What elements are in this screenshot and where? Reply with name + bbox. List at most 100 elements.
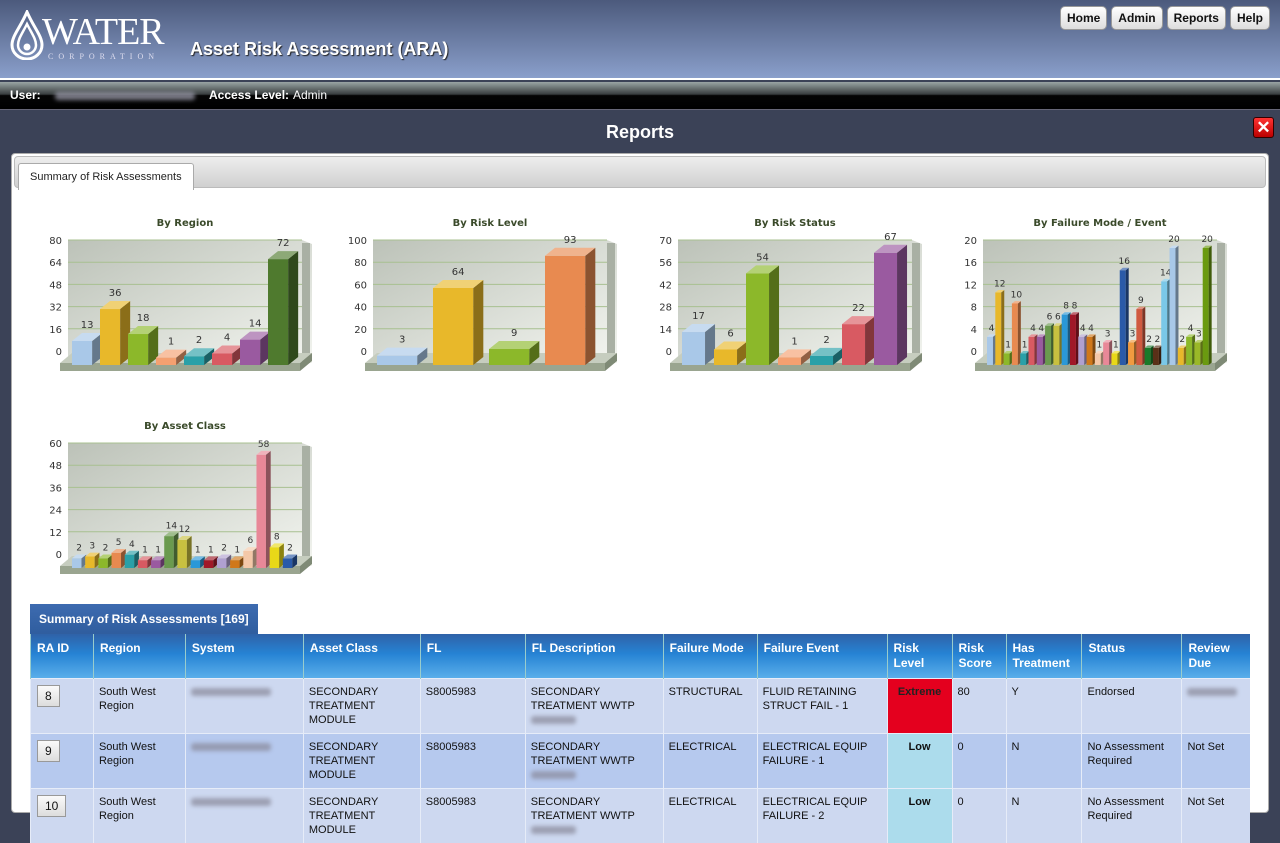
data-label: 6	[1047, 313, 1053, 323]
column-header-region[interactable]: Region	[93, 634, 185, 679]
bar[interactable]	[1037, 334, 1046, 365]
bar[interactable]	[1004, 351, 1013, 365]
bar[interactable]	[1095, 351, 1104, 365]
bar[interactable]	[112, 549, 126, 568]
bar[interactable]	[1203, 246, 1212, 365]
bar[interactable]	[1170, 246, 1179, 365]
bar[interactable]	[1078, 334, 1087, 365]
fl-cell-text: S8005983	[426, 686, 476, 698]
bar[interactable]	[682, 324, 715, 365]
bar[interactable]	[240, 332, 270, 365]
bar[interactable]	[85, 553, 99, 568]
data-label: 9	[511, 328, 517, 339]
bar[interactable]	[489, 341, 539, 365]
risk-level-cell-text: Extreme	[898, 686, 941, 698]
top-nav: Home Admin Reports Help	[1060, 6, 1270, 30]
bar[interactable]	[270, 543, 284, 568]
fl-description-cell-text: SECONDARY TREATMENT WWTP	[531, 741, 635, 767]
bar[interactable]	[1045, 323, 1054, 365]
tab-summary-of-risk-assessments[interactable]: Summary of Risk Assessments	[18, 163, 194, 190]
data-label: 17	[692, 311, 705, 322]
y-tick-label: 8	[971, 303, 977, 314]
column-header-failure-event[interactable]: Failure Event	[757, 634, 887, 679]
y-tick-label: 0	[56, 347, 62, 358]
reports-button[interactable]: Reports	[1167, 6, 1226, 30]
review-due-cell	[1182, 679, 1250, 734]
column-header-fl-description[interactable]: FL Description	[525, 634, 663, 679]
bar[interactable]	[1028, 334, 1037, 365]
status-cell: No Assessment Required	[1082, 734, 1182, 789]
bar[interactable]	[1161, 279, 1170, 365]
bar[interactable]	[433, 280, 483, 365]
column-header-has-treatment[interactable]: Has Treatment	[1006, 634, 1082, 679]
bar[interactable]	[1062, 312, 1071, 365]
bar[interactable]	[1012, 301, 1021, 365]
bar[interactable]	[125, 551, 139, 568]
bar[interactable]	[164, 532, 178, 568]
data-label: 1	[142, 545, 148, 555]
bar[interactable]	[545, 248, 595, 365]
bar[interactable]	[1111, 351, 1120, 365]
home-button[interactable]: Home	[1060, 6, 1107, 30]
bar[interactable]	[177, 536, 191, 568]
bar[interactable]	[995, 290, 1004, 365]
failure-event-cell-text: ELECTRICAL EQUIP FAILURE - 1	[763, 741, 868, 767]
y-tick-label: 60	[354, 280, 367, 291]
bar[interactable]	[1070, 312, 1079, 365]
bar[interactable]	[746, 265, 779, 365]
bar[interactable]	[874, 245, 907, 365]
data-label: 93	[564, 235, 577, 246]
bar[interactable]	[1128, 340, 1137, 365]
bar[interactable]	[1087, 334, 1096, 365]
column-header-system[interactable]: System	[185, 634, 303, 679]
column-header-risk-score[interactable]: Risk Score	[952, 634, 1006, 679]
bar[interactable]	[1194, 340, 1203, 365]
bar[interactable]	[100, 301, 130, 365]
bar[interactable]	[1153, 346, 1162, 365]
bar[interactable]	[1020, 351, 1029, 365]
access-level-label: Access Level:	[209, 88, 289, 102]
data-label: 3	[399, 335, 405, 346]
column-header-ra-id[interactable]: RA ID	[31, 634, 94, 679]
failure-event-cell: ELECTRICAL EQUIP FAILURE - 2	[757, 789, 887, 843]
bar[interactable]	[256, 451, 270, 568]
column-header-asset-class[interactable]: Asset Class	[303, 634, 420, 679]
bar[interactable]	[987, 334, 996, 365]
ra-id-button[interactable]: 8	[37, 685, 60, 707]
column-header-failure-mode[interactable]: Failure Mode	[663, 634, 757, 679]
ra-id-button[interactable]: 9	[37, 740, 60, 762]
data-label: 6	[727, 328, 733, 339]
column-header-review-due[interactable]: Review Due	[1182, 634, 1250, 679]
help-button[interactable]: Help	[1230, 6, 1270, 30]
y-tick-label: 48	[49, 461, 62, 472]
y-tick-label: 100	[348, 236, 367, 247]
region-cell: South West Region	[93, 679, 185, 734]
close-button[interactable]: ✕	[1253, 117, 1274, 138]
bar[interactable]	[842, 316, 875, 365]
bar[interactable]	[1136, 307, 1145, 365]
column-header-fl[interactable]: FL	[420, 634, 525, 679]
admin-button[interactable]: Admin	[1111, 6, 1162, 30]
fl-description-cell: SECONDARY TREATMENT WWTP	[525, 734, 663, 789]
review-due-cell: Not Set	[1182, 734, 1250, 789]
column-header-risk-level[interactable]: Risk Level	[887, 634, 952, 679]
bar[interactable]	[1103, 340, 1112, 365]
bar[interactable]	[377, 348, 427, 365]
bar[interactable]	[128, 326, 158, 365]
review-due-cell-text: Not Set	[1187, 741, 1224, 753]
data-label: 1	[1113, 340, 1119, 350]
data-label: 3	[1130, 329, 1136, 339]
y-tick-label: 24	[49, 506, 62, 517]
bar[interactable]	[72, 333, 102, 365]
bar[interactable]	[1053, 323, 1062, 365]
bar[interactable]	[268, 251, 298, 365]
bar[interactable]	[1186, 334, 1195, 365]
data-label: 2	[221, 544, 227, 554]
column-header-status[interactable]: Status	[1082, 634, 1182, 679]
ra-id-button[interactable]: 10	[37, 795, 66, 817]
bar[interactable]	[243, 547, 257, 568]
bar[interactable]	[1120, 268, 1129, 365]
bar[interactable]	[1178, 346, 1187, 365]
bar[interactable]	[1145, 346, 1154, 365]
has-treatment-cell-text: N	[1012, 796, 1020, 808]
